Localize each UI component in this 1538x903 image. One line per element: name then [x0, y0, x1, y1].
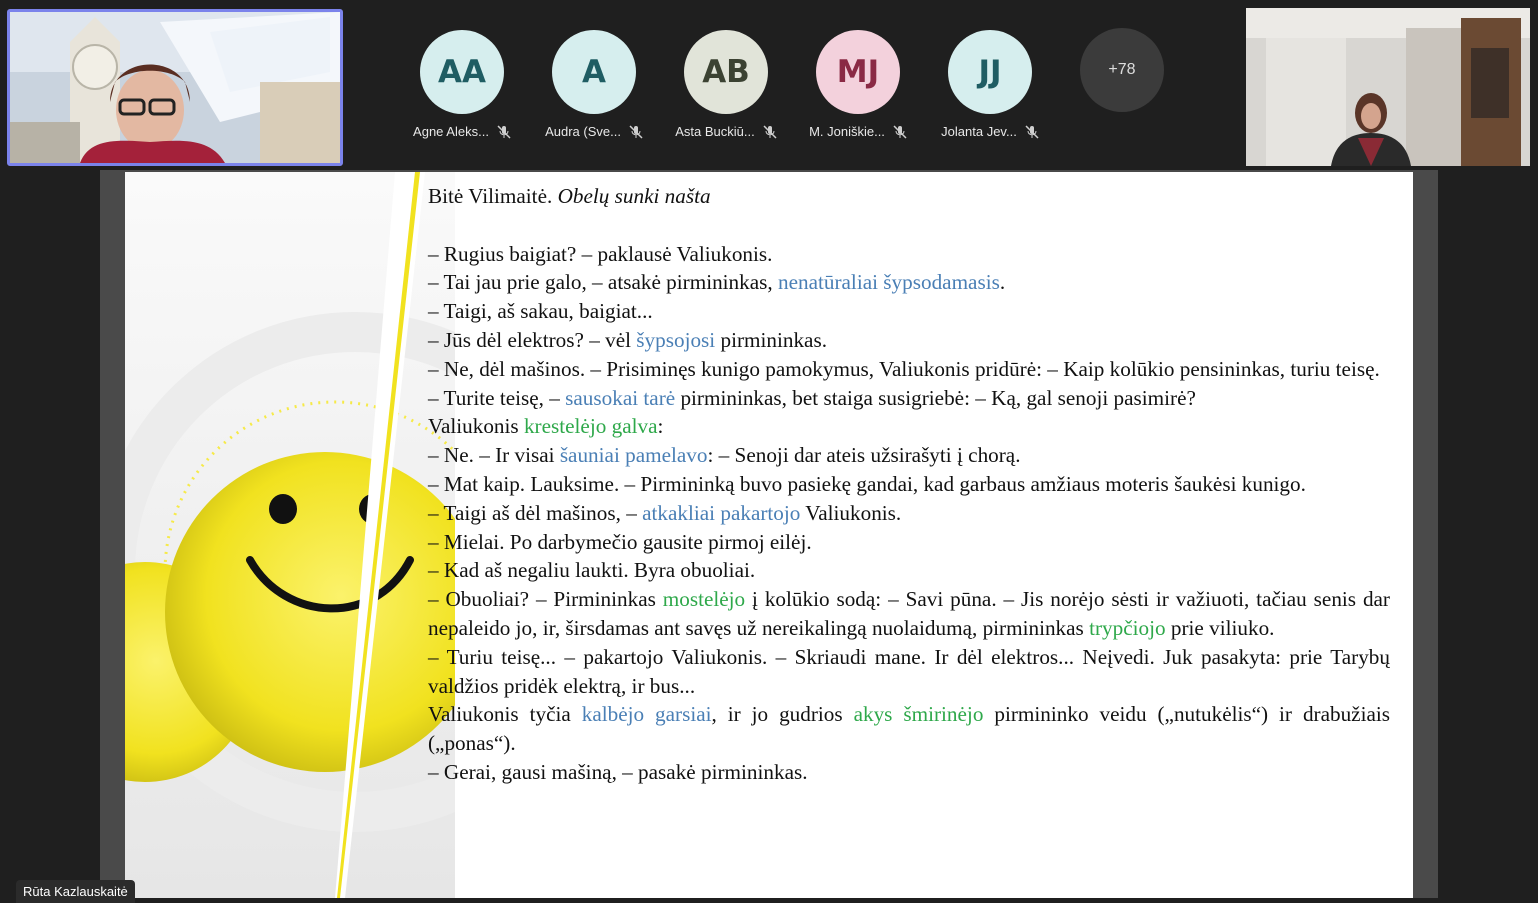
text-line: – Taigi, aš sakau, baigiat...	[428, 299, 653, 324]
text-line: – Turite teisę, – sausokai tarė pirminin…	[428, 385, 1196, 410]
text-line: – Rugius baigiat? – paklausė Valiukonis.	[428, 241, 773, 266]
more-participants-button[interactable]: +78	[1080, 28, 1164, 112]
participant-avatar: JJ	[948, 30, 1032, 114]
text-line: – Turiu teisę... – pakartojo Valiukonis.…	[428, 644, 1390, 698]
smiley-face-image	[125, 172, 455, 898]
mic-muted-icon	[763, 124, 777, 139]
mic-muted-icon	[893, 124, 907, 139]
text-line: – Mielai. Po darbymečio gausite pirmoj e…	[428, 529, 812, 554]
participant-name: M. Joniškie...	[809, 124, 885, 139]
slide-text-body: Bitė Vilimaitė. Obelų sunki našta – Rugi…	[428, 182, 1390, 787]
participant-avatar: AA	[420, 30, 504, 114]
text-line: – Gerai, gausi mašiną, – pasakė pirminin…	[428, 759, 808, 784]
participant-tile[interactable]: AB Asta Buckiū...	[666, 30, 786, 139]
presentation-slide: Bitė Vilimaitė. Obelų sunki našta – Rugi…	[125, 172, 1413, 898]
mic-muted-icon	[1025, 124, 1039, 139]
participant-avatar: A	[552, 30, 636, 114]
participant-avatar: AB	[684, 30, 768, 114]
participant-tile[interactable]: JJ Jolanta Jev...	[930, 30, 1050, 139]
text-line: Valiukonis tyčia kalbėjo garsiai, ir jo …	[428, 702, 1391, 756]
participant-name: Asta Buckiū...	[675, 124, 755, 139]
video-feed-image	[10, 12, 340, 163]
text-line: Valiukonis krestelėjo galva:	[428, 414, 664, 439]
participant-avatar: MJ	[816, 30, 900, 114]
participant-video[interactable]	[1246, 8, 1530, 166]
text-line: – Taigi aš dėl mašinos, – atkakliai paka…	[428, 500, 902, 525]
text-line: – Obuoliai? – Pirmininkas mostelėjo į ko…	[428, 587, 1390, 640]
mic-muted-icon	[629, 124, 643, 139]
mic-muted-icon	[497, 124, 511, 139]
text-line: – Mat kaip. Lauksime. – Pirmininką buvo …	[428, 471, 1306, 496]
text-line: – Ne. – Ir visai šauniai pamelavo: – Sen…	[428, 443, 1021, 468]
text-line: – Ne, dėl mašinos. – Prisiminęs kunigo p…	[428, 356, 1380, 381]
participant-tile[interactable]: A Audra (Sve...	[534, 30, 654, 139]
active-speaker-video[interactable]	[7, 9, 343, 166]
video-feed-image	[1246, 8, 1530, 166]
participant-name: Audra (Sve...	[545, 124, 621, 139]
text-line: – Kad aš negaliu laukti. Byra obuoliai.	[428, 558, 756, 583]
participant-name: Jolanta Jev...	[941, 124, 1017, 139]
participant-name: Agne Aleks...	[413, 124, 489, 139]
meeting-top-bar: AA Agne Aleks... A Audra (Sve... AB Asta…	[0, 0, 1538, 170]
presenter-name-label: Rūta Kazlauskaitė	[16, 880, 135, 903]
text-line: – Tai jau prie galo, – atsakė pirmininka…	[428, 270, 1006, 295]
participant-tile[interactable]: AA Agne Aleks...	[402, 30, 522, 139]
slide-title: Bitė Vilimaitė. Obelų sunki našta	[428, 184, 711, 208]
text-line: – Jūs dėl elektros? – vėl šypsojosi pirm…	[428, 327, 828, 352]
participant-tile[interactable]: MJ M. Joniškie...	[798, 30, 918, 139]
